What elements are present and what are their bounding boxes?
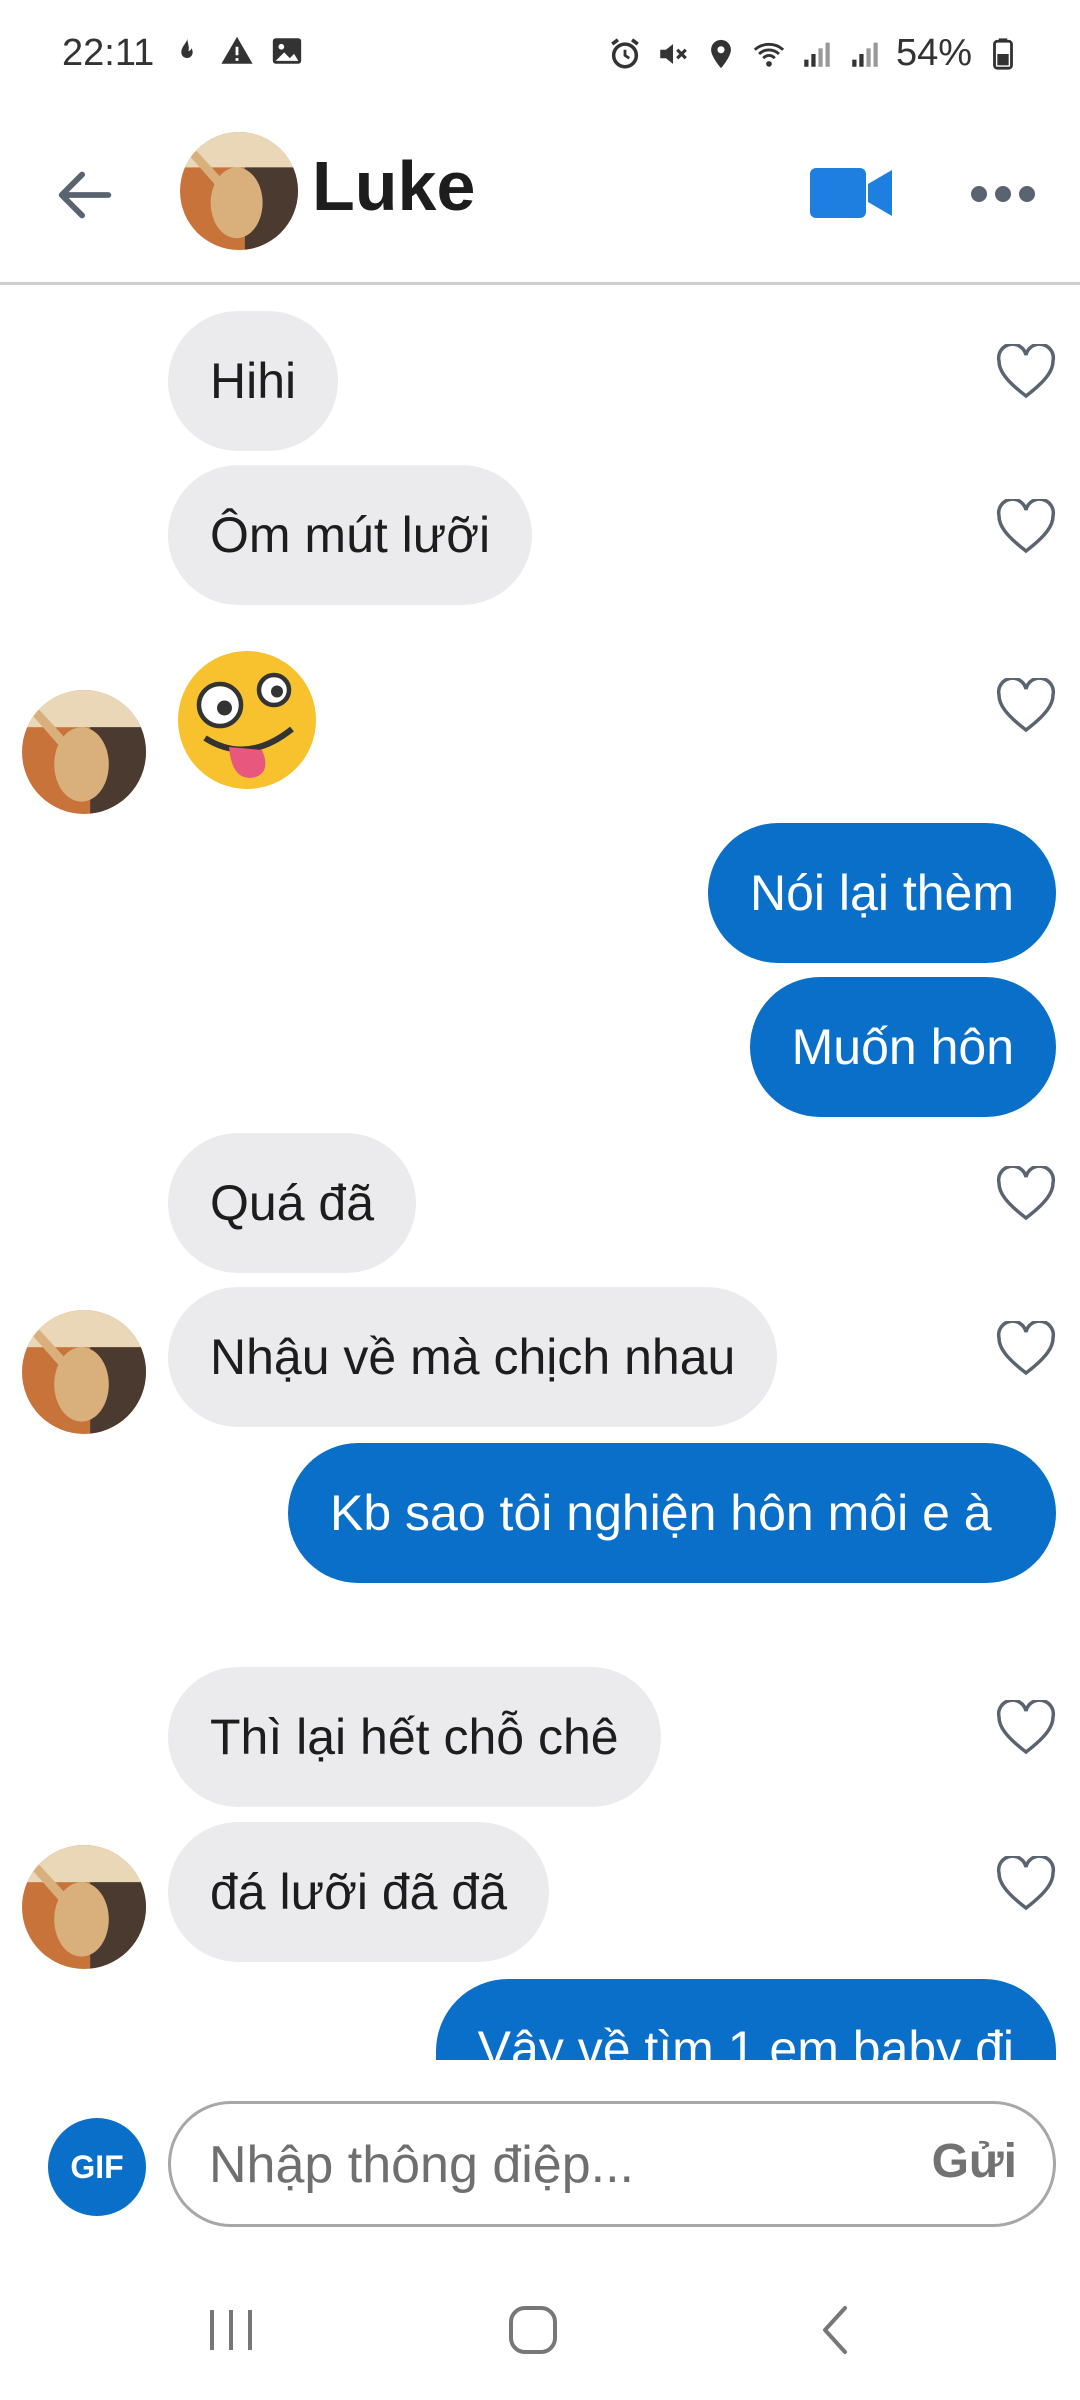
- battery-percent: 54%: [895, 32, 972, 74]
- mute-icon: [660, 43, 687, 64]
- more-options-icon[interactable]: [968, 168, 1038, 220]
- system-nav-bar: [0, 2260, 1080, 2400]
- zany-face-emoji[interactable]: [172, 645, 322, 795]
- message-bubble-outgoing[interactable]: Kb sao tôi nghiện hôn môi e à: [288, 1443, 1056, 1583]
- chat-header: Luke: [0, 110, 1080, 285]
- message-bubble-incoming[interactable]: đá lưỡi đã đã: [168, 1822, 549, 1962]
- send-button[interactable]: Gửi: [932, 2134, 1017, 2189]
- message-bubble-outgoing[interactable]: Muốn hôn: [749, 977, 1056, 1117]
- recents-icon[interactable]: [196, 2295, 266, 2365]
- back-arrow-icon[interactable]: [50, 160, 120, 230]
- home-icon[interactable]: [498, 2295, 568, 2365]
- sender-avatar[interactable]: [22, 690, 146, 814]
- warning-icon: [221, 36, 253, 64]
- signal-icon: [804, 42, 830, 67]
- signal-icon: [852, 42, 878, 67]
- message-bubble-incoming[interactable]: Nhậu về mà chịch nhau: [168, 1287, 778, 1427]
- gif-button[interactable]: GIF: [48, 2118, 146, 2216]
- message-input[interactable]: [207, 2104, 861, 2226]
- message-list[interactable]: Hihi Ôm mút lưỡi Nói lại thèm Muốn hôn Q…: [0, 285, 1080, 2060]
- location-icon: [711, 39, 731, 68]
- heart-icon[interactable]: [995, 344, 1057, 400]
- heart-icon[interactable]: [995, 1166, 1057, 1222]
- heart-icon[interactable]: [995, 1321, 1057, 1377]
- message-bubble-incoming[interactable]: Hihi: [168, 311, 339, 451]
- status-time: 22:11: [62, 32, 155, 74]
- alarm-icon: [611, 37, 639, 69]
- heart-icon[interactable]: [995, 1700, 1057, 1756]
- contact-avatar[interactable]: [180, 132, 298, 250]
- heart-icon[interactable]: [995, 1856, 1057, 1912]
- sender-avatar[interactable]: [22, 1310, 146, 1434]
- message-bubble-incoming[interactable]: Ôm mút lưỡi: [168, 465, 533, 605]
- heart-icon[interactable]: [995, 678, 1057, 734]
- message-bubble-incoming[interactable]: Quá đã: [168, 1133, 417, 1273]
- video-call-icon[interactable]: [808, 162, 894, 224]
- sender-avatar[interactable]: [22, 1845, 146, 1969]
- wifi-icon: [753, 42, 785, 67]
- image-icon: [272, 38, 302, 64]
- message-bubble-incoming[interactable]: Thì lại hết chỗ chê: [168, 1667, 661, 1807]
- message-bubble-outgoing[interactable]: Nói lại thèm: [708, 823, 1056, 963]
- message-bubble-outgoing[interactable]: Vậy về tìm 1 em baby đi: [435, 1979, 1056, 2060]
- message-composer: Gửi: [168, 2101, 1056, 2227]
- status-bar: 22:11 54%: [0, 0, 1080, 110]
- back-icon[interactable]: [800, 2295, 870, 2365]
- flame-icon: [181, 36, 193, 59]
- contact-name: Luke: [312, 147, 476, 225]
- heart-icon[interactable]: [995, 499, 1057, 555]
- battery-icon: [993, 37, 1013, 70]
